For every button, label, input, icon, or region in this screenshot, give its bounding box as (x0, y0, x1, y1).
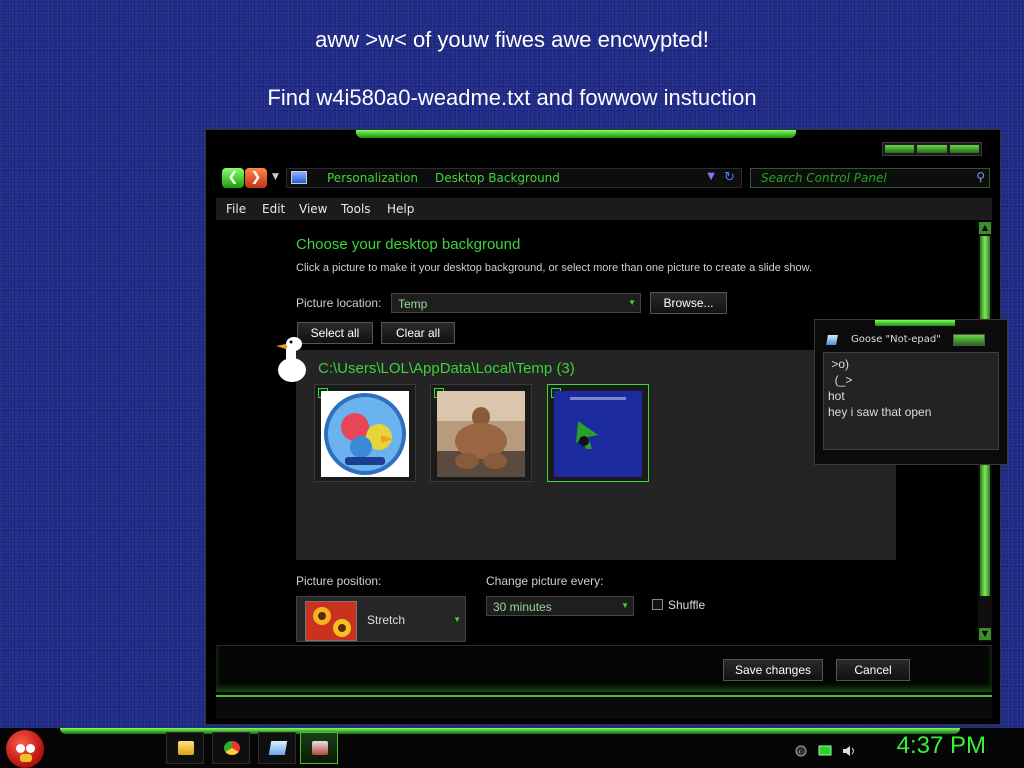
thumbnail-photo[interactable] (430, 384, 532, 482)
show-hidden-icons-icon[interactable]: ‹ (794, 742, 808, 757)
close-button[interactable] (953, 334, 985, 346)
page-description: Click a picture to make it your desktop … (296, 262, 813, 274)
scroll-up-icon[interactable]: ▲ (979, 222, 991, 234)
page-title: Choose your desktop background (296, 236, 521, 253)
notepad-line: (_> (828, 373, 853, 387)
network-icon[interactable] (818, 742, 832, 756)
search-input[interactable]: Search Control Panel ⚲ (750, 168, 990, 188)
folder-path-heading: C:\Users\LOL\AppData\Local\Temp (3) (318, 360, 575, 377)
close-button[interactable] (949, 145, 979, 153)
notepad-text-area[interactable]: >o) (_> hot hey i saw that open (823, 352, 999, 450)
picture-position-value: Stretch (367, 613, 406, 627)
maximize-button[interactable] (917, 145, 947, 153)
menu-tools[interactable]: Tools (341, 202, 371, 216)
window-top-glow (356, 130, 796, 138)
notepad-taskbar-button[interactable] (258, 732, 296, 764)
ransom-message-line2: Find w4i580a0-weadme.txt and fowwow inst… (267, 85, 757, 110)
cancel-button[interactable]: Cancel (836, 659, 910, 681)
desktop-screenshot-image (554, 391, 642, 477)
goose-notepad-window[interactable]: Goose "Not-epad" >o) (_> hot hey i saw t… (814, 319, 1008, 465)
taskbar: ‹ 4:37 PM (0, 728, 1024, 768)
notepad-line: hot (828, 389, 845, 403)
svg-text:‹: ‹ (798, 748, 801, 756)
refresh-icon[interactable]: ↻ (724, 170, 735, 185)
menu-file[interactable]: File (226, 202, 246, 216)
chrome-taskbar-button[interactable] (212, 732, 250, 764)
angry-birds-image (321, 391, 409, 477)
recent-pages-dropdown-icon[interactable]: ▼ (272, 172, 279, 182)
chevron-down-icon: ▼ (628, 298, 636, 307)
picture-location-select[interactable]: Temp ▼ (391, 293, 641, 313)
bird-beak (20, 754, 32, 762)
window-caption-buttons[interactable] (882, 142, 982, 156)
clear-all-button[interactable]: Clear all (381, 322, 455, 344)
ransom-message-line1: aww >w< of youw fiwes awe encwypted! (315, 27, 709, 52)
change-interval-value: 30 minutes (493, 600, 552, 614)
position-preview-image (305, 601, 357, 641)
menu-bar: File Edit View Tools Help (216, 198, 992, 220)
picture-position-label: Picture position: (296, 574, 382, 588)
shuffle-checkbox[interactable]: Shuffle (652, 598, 705, 612)
picture-location-label: Picture location: (296, 296, 382, 310)
menu-view[interactable]: View (299, 202, 327, 216)
status-bar (216, 695, 992, 719)
control-panel-icon (291, 171, 307, 184)
search-placeholder: Search Control Panel (761, 171, 887, 185)
folder-icon (178, 741, 194, 755)
breadcrumb-desktop-background[interactable]: Desktop Background (435, 171, 560, 185)
shuffle-label: Shuffle (668, 598, 706, 612)
forward-arrow-icon[interactable]: ❯ (245, 168, 267, 188)
explorer-taskbar-button[interactable] (166, 732, 204, 764)
browse-button[interactable]: Browse... (650, 292, 727, 314)
desktop-goose[interactable] (272, 334, 312, 386)
chevron-down-icon: ▼ (453, 615, 461, 624)
change-interval-select[interactable]: 30 minutes ▼ (486, 596, 634, 616)
start-button-angry-bird-icon[interactable] (6, 730, 44, 768)
navigation-bar: ❮ ❯ ▼ Personalization Desktop Background… (220, 168, 992, 190)
bird-eye (26, 744, 35, 753)
picture-location-value: Temp (398, 297, 428, 311)
picture-position-select[interactable]: Stretch ▼ (296, 596, 466, 642)
menu-edit[interactable]: Edit (262, 202, 285, 216)
volume-icon[interactable] (842, 742, 856, 756)
thumbnail-angry-birds[interactable] (314, 384, 416, 482)
personalization-taskbar-button[interactable] (300, 732, 338, 764)
taskbar-clock[interactable]: 4:37 PM (897, 732, 986, 760)
chrome-icon (224, 741, 240, 755)
address-dropdown-icon[interactable]: ▼ (707, 171, 715, 182)
dialog-footer: Save changes Cancel (216, 645, 992, 692)
bird-eye (16, 744, 25, 753)
menu-help[interactable]: Help (387, 202, 414, 216)
breadcrumb-personalization[interactable]: Personalization (327, 171, 418, 185)
notepad-title: Goose "Not-epad" (851, 334, 941, 345)
scroll-down-icon[interactable]: ▼ (979, 628, 991, 640)
notepad-icon (268, 741, 288, 755)
change-picture-label: Change picture every: (486, 574, 604, 588)
address-bar[interactable]: Personalization Desktop Background ▼ ↻ (286, 168, 742, 188)
back-arrow-icon[interactable]: ❮ (222, 168, 244, 188)
checkbox-icon[interactable] (652, 599, 663, 610)
notepad-icon (826, 335, 838, 345)
personalization-icon (312, 741, 328, 755)
picture-gallery: C:\Users\LOL\AppData\Local\Temp (3) (296, 350, 896, 560)
notepad-line: >o) (828, 357, 850, 371)
search-icon[interactable]: ⚲ (976, 170, 985, 184)
minimize-button[interactable] (885, 145, 915, 153)
thumbnail-desktop[interactable] (547, 384, 649, 482)
save-changes-button[interactable]: Save changes (723, 659, 823, 681)
chevron-down-icon: ▼ (621, 601, 629, 610)
person-photo-image (437, 391, 525, 477)
window-top-glow (875, 320, 955, 326)
notepad-line: hey i saw that open (828, 405, 932, 419)
